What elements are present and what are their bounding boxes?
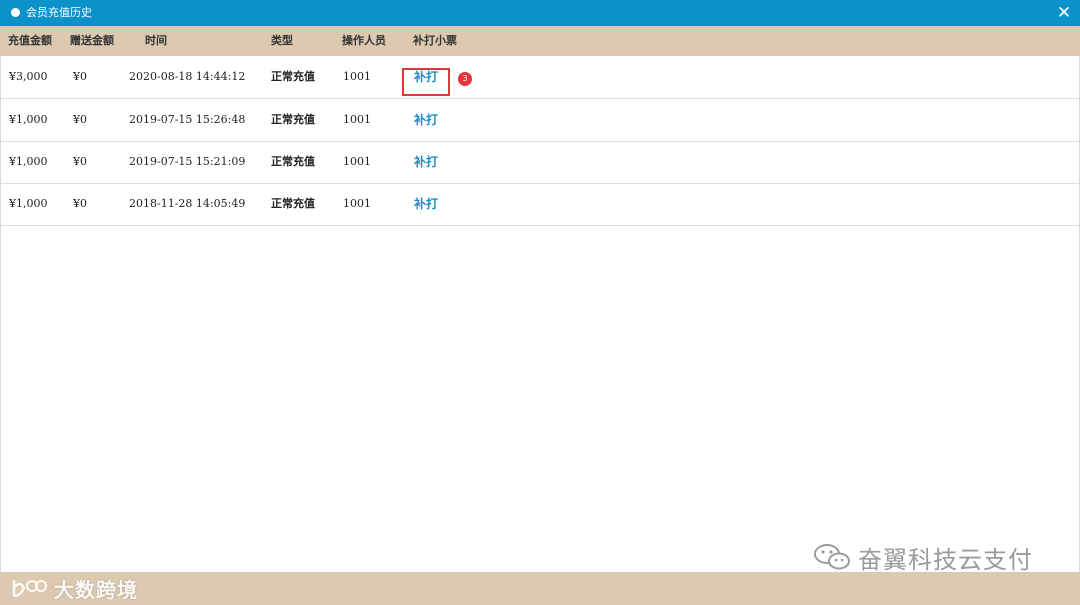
table-row: ¥1,000 ¥0 2019-07-15 15:21:09 正常充值 1001 … — [1, 141, 1079, 184]
cell-type: 正常充值 — [271, 197, 315, 210]
cell-bonus: ¥0 — [73, 155, 87, 168]
cell-operator: 1001 — [343, 70, 371, 83]
watermark-right: 奋翼科技云支付 — [812, 540, 1033, 574]
cell-operator: 1001 — [343, 113, 371, 126]
cell-bonus: ¥0 — [73, 113, 87, 126]
window-dot-icon — [11, 8, 20, 17]
cell-time: 2020-08-18 14:44:12 — [129, 70, 246, 83]
wechat-icon — [814, 544, 850, 570]
cell-bonus: ¥0 — [73, 197, 87, 210]
cell-operator: 1001 — [343, 155, 371, 168]
header-bonus-amount: 赠送金额 — [70, 34, 114, 47]
close-button[interactable]: ✕ — [1056, 3, 1072, 23]
watermark-logo-icon — [12, 580, 47, 598]
cell-amount: ¥3,000 — [9, 70, 48, 83]
watermark-bottom-left: 大数跨境 — [10, 575, 138, 602]
reprint-link[interactable]: 补打 — [414, 141, 438, 183]
window-title: 会员充值历史 — [26, 6, 92, 19]
step-badge: 3 — [458, 72, 472, 86]
table-body: ¥3,000 ¥0 2020-08-18 14:44:12 正常充值 1001 … — [0, 56, 1080, 572]
table-row: ¥3,000 ¥0 2020-08-18 14:44:12 正常充值 1001 … — [1, 56, 1079, 99]
header-reprint-receipt: 补打小票 — [413, 34, 457, 47]
watermark-text: 大数跨境 — [54, 577, 138, 602]
watermark-right-text: 奋翼科技云支付 — [858, 545, 1033, 574]
title-bar: 会员充值历史 ✕ — [0, 0, 1080, 26]
reprint-link[interactable]: 补打 — [414, 99, 438, 141]
cell-amount: ¥1,000 — [9, 197, 48, 210]
cell-type: 正常充值 — [271, 155, 315, 168]
cell-bonus: ¥0 — [73, 70, 87, 83]
highlight-box — [402, 68, 450, 96]
header-recharge-amount: 充值金额 — [8, 34, 52, 47]
table-header: 充值金额 赠送金额 时间 类型 操作人员 补打小票 — [0, 26, 1080, 56]
cell-time: 2019-07-15 15:26:48 — [129, 113, 246, 126]
table-row: ¥1,000 ¥0 2018-11-28 14:05:49 正常充值 1001 … — [1, 183, 1079, 226]
cell-time: 2018-11-28 14:05:49 — [129, 197, 246, 210]
cell-type: 正常充值 — [271, 70, 315, 83]
footer-bar — [0, 572, 1080, 605]
cell-type: 正常充值 — [271, 113, 315, 126]
header-type: 类型 — [271, 34, 293, 47]
header-time: 时间 — [145, 34, 167, 47]
header-operator: 操作人员 — [342, 34, 386, 47]
table-row: ¥1,000 ¥0 2019-07-15 15:26:48 正常充值 1001 … — [1, 99, 1079, 142]
cell-operator: 1001 — [343, 197, 371, 210]
reprint-link[interactable]: 补打 — [414, 183, 438, 225]
cell-amount: ¥1,000 — [9, 155, 48, 168]
cell-amount: ¥1,000 — [9, 113, 48, 126]
cell-time: 2019-07-15 15:21:09 — [129, 155, 246, 168]
